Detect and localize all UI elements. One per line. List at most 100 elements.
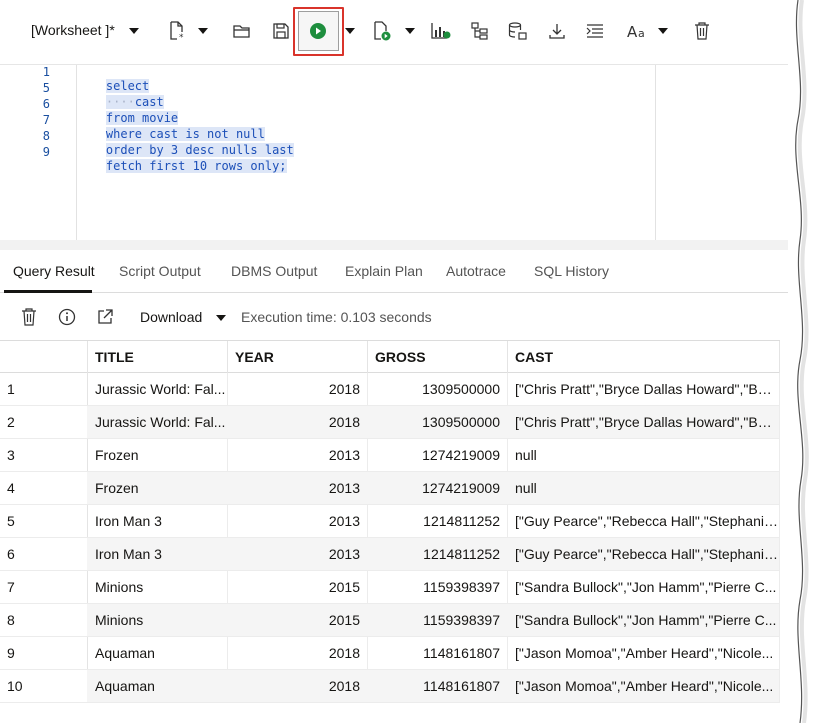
run-statement-icon[interactable] [308,21,328,41]
new-worksheet-icon[interactable]: * [167,21,187,41]
cell-cast[interactable]: ["Sandra Bullock","Jon Hamm","Pierre C..… [507,604,780,636]
cell-gross[interactable]: 1159398397 [367,604,508,636]
cell-year[interactable]: 2018 [227,637,368,669]
cell-cast[interactable]: ["Chris Pratt","Bryce Dallas Howard","BD… [507,373,780,405]
cell-cast[interactable]: ["Jason Momoa","Amber Heard","Nicole... [507,670,780,702]
tab-sql-history[interactable]: SQL History [534,263,609,279]
worksheet-label: [Worksheet ]* [31,22,115,38]
row-number[interactable]: 10 [0,670,88,702]
table-row[interactable]: 2 Jurassic World: Fal... 2018 1309500000 ["C… [0,406,780,439]
trash-icon[interactable] [692,21,712,41]
download-caret[interactable] [216,315,226,321]
cell-year[interactable]: 2013 [227,472,368,504]
cell-title[interactable]: Frozen [87,439,228,471]
new-worksheet-caret[interactable] [198,28,208,34]
cell-year[interactable]: 2018 [227,670,368,702]
cell-gross[interactable]: 1148161807 [367,637,508,669]
cell-gross[interactable]: 1148161807 [367,670,508,702]
save-icon[interactable] [271,21,291,41]
download-icon[interactable] [547,21,567,41]
table-row[interactable]: 3 Frozen 2013 1274219009 null [0,439,780,472]
tab-explain-plan[interactable]: Explain Plan [345,263,423,279]
cell-cast[interactable]: ["Guy Pearce","Rebecca Hall","Stephanie.… [507,538,780,570]
tab-query-result[interactable]: Query Result [13,263,95,279]
cell-year[interactable]: 2013 [227,538,368,570]
table-row[interactable]: 1 Jurassic World: Fal... 2018 1309500000 ["C… [0,373,780,406]
run-dropdown-caret[interactable] [345,28,355,34]
cell-title[interactable]: Aquaman [87,637,228,669]
row-number[interactable]: 2 [0,406,88,438]
cell-year[interactable]: 2013 [227,439,368,471]
cell-cast[interactable]: null [507,472,780,504]
cell-cast[interactable]: ["Chris Pratt","Bryce Dallas Howard","BD… [507,406,780,438]
cell-gross[interactable]: 1214811252 [367,538,508,570]
autotrace-icon[interactable] [470,21,490,41]
explain-plan-icon[interactable] [431,21,451,41]
open-folder-icon[interactable] [232,21,252,41]
cell-year[interactable]: 2015 [227,604,368,636]
cell-title[interactable]: Jurassic World: Fal... [87,406,228,438]
column-header-title[interactable]: TITLE [87,341,228,373]
column-header-gross[interactable]: GROSS [367,341,508,373]
row-number[interactable]: 6 [0,538,88,570]
cell-gross[interactable]: 1214811252 [367,505,508,537]
row-number[interactable]: 9 [0,637,88,669]
clear-results-icon[interactable] [19,307,39,327]
table-row[interactable]: 9 Aquaman 2018 1148161807 ["Jason Momoa","Am… [0,637,780,670]
row-number[interactable]: 3 [0,439,88,471]
cell-cast[interactable]: ["Sandra Bullock","Jon Hamm","Pierre C..… [507,571,780,603]
row-number[interactable]: 8 [0,604,88,636]
line-number-gutter: 1 5 6 7 8 9 [0,65,77,241]
download-dropdown[interactable]: Download [140,309,202,325]
table-row[interactable]: 5 Iron Man 3 2013 1214811252 ["Guy Pearce","… [0,505,780,538]
row-number[interactable]: 5 [0,505,88,537]
case-icon[interactable]: Aa [626,21,650,41]
cell-title[interactable]: Jurassic World: Fal... [87,373,228,405]
code-line: fetch first 10 rows only; [77,145,287,187]
cell-year[interactable]: 2018 [227,406,368,438]
tab-dbms-output[interactable]: DBMS Output [231,263,317,279]
format-icon[interactable] [585,21,605,41]
column-header-year[interactable]: YEAR [227,341,368,373]
cell-year[interactable]: 2013 [227,505,368,537]
cell-cast[interactable]: ["Jason Momoa","Amber Heard","Nicole... [507,637,780,669]
cell-title[interactable]: Minions [87,604,228,636]
tab-autotrace[interactable]: Autotrace [446,263,506,279]
svg-text:*: * [179,33,184,41]
cell-gross[interactable]: 1274219009 [367,472,508,504]
cell-cast[interactable]: null [507,439,780,471]
cell-title[interactable]: Minions [87,571,228,603]
cell-gross[interactable]: 1309500000 [367,406,508,438]
row-number[interactable]: 7 [0,571,88,603]
run-script-icon[interactable] [372,21,392,41]
open-external-icon[interactable] [95,307,115,327]
worksheet-selector[interactable]: [Worksheet ]* [31,22,115,38]
info-icon[interactable] [57,307,77,327]
column-header-cast[interactable]: CAST [507,341,780,373]
cell-gross[interactable]: 1159398397 [367,571,508,603]
table-row[interactable]: 10 Aquaman 2018 1148161807 ["Jason Momoa","A… [0,670,780,703]
worksheet-dropdown-caret[interactable] [129,28,139,34]
table-row[interactable]: 8 Minions 2015 1159398397 ["Sandra Bullock",… [0,604,780,637]
cell-title[interactable]: Aquaman [87,670,228,702]
cell-title[interactable]: Iron Man 3 [87,538,228,570]
sql-tuning-icon[interactable] [508,21,528,41]
cell-year[interactable]: 2015 [227,571,368,603]
cell-title[interactable]: Frozen [87,472,228,504]
case-caret[interactable] [658,28,668,34]
table-row[interactable]: 7 Minions 2015 1159398397 ["Sandra Bullock",… [0,571,780,604]
execution-time: Execution time: 0.103 seconds [241,309,432,325]
pane-splitter[interactable] [0,240,790,250]
table-row[interactable]: 4 Frozen 2013 1274219009 null [0,472,780,505]
cell-cast[interactable]: ["Guy Pearce","Rebecca Hall","Stephanie.… [507,505,780,537]
table-row[interactable]: 6 Iron Man 3 2013 1214811252 ["Guy Pearce","… [0,538,780,571]
row-number[interactable]: 1 [0,373,88,405]
cell-gross[interactable]: 1309500000 [367,373,508,405]
cell-year[interactable]: 2018 [227,373,368,405]
sql-editor[interactable]: 1 5 6 7 8 9 select ····cast from movie w… [0,64,790,241]
tab-script-output[interactable]: Script Output [119,263,201,279]
run-script-caret[interactable] [405,28,415,34]
cell-title[interactable]: Iron Man 3 [87,505,228,537]
row-number[interactable]: 4 [0,472,88,504]
cell-gross[interactable]: 1274219009 [367,439,508,471]
